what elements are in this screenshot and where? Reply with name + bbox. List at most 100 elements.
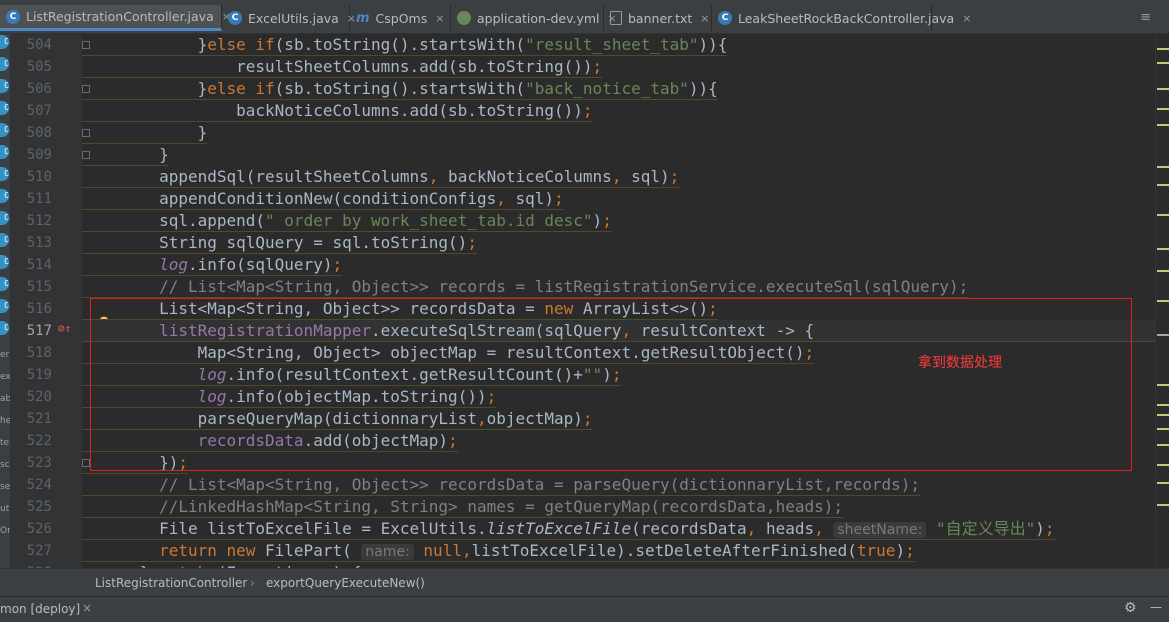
java-class-icon: C xyxy=(0,211,9,225)
tab-0[interactable]: C ListRegistrationController.java × xyxy=(0,5,231,31)
line-number[interactable]: 513 xyxy=(14,232,52,254)
code-line[interactable]: return new FilePart( name: null,listToEx… xyxy=(82,540,915,562)
code-line[interactable]: }else if(sb.toString().startsWith("resul… xyxy=(82,34,728,56)
tab-1[interactable]: C ExcelUtils.java × xyxy=(222,5,356,31)
gear-icon[interactable]: ⚙ xyxy=(1124,600,1137,616)
line-number[interactable]: 506 xyxy=(14,78,52,100)
code-token: } xyxy=(82,35,208,54)
scrollbar-marker[interactable] xyxy=(1157,166,1169,168)
line-number[interactable]: 515 xyxy=(14,276,52,298)
scrollbar-marker[interactable] xyxy=(1157,334,1169,336)
tab-close-icon[interactable]: × xyxy=(962,12,971,25)
line-number[interactable]: 516 xyxy=(14,298,52,320)
tab-close-icon[interactable]: × xyxy=(435,12,444,25)
tab-2[interactable]: m CspOms × xyxy=(350,5,451,31)
line-number[interactable]: 519 xyxy=(14,364,52,386)
code-line[interactable]: resultSheetColumns.add(sb.toString()); xyxy=(82,56,603,78)
scrollbar-marker[interactable] xyxy=(1157,124,1169,126)
project-item-fragment[interactable]: ex xyxy=(0,372,10,382)
tab-3[interactable]: application-dev.yml × xyxy=(451,5,617,31)
code-line[interactable]: }else if(sb.toString().startsWith("back_… xyxy=(82,78,718,100)
editor-scrollbar[interactable] xyxy=(1155,34,1169,568)
scrollbar-marker[interactable] xyxy=(1157,270,1169,272)
code-line[interactable]: } xyxy=(82,144,169,166)
line-number[interactable]: 514 xyxy=(14,254,52,276)
java-class-icon: C xyxy=(0,321,9,335)
code-token: sql) xyxy=(505,189,555,208)
breadcrumb-method[interactable]: exportQueryExecuteNew() xyxy=(266,576,425,590)
line-number[interactable]: 522 xyxy=(14,430,52,452)
line-number[interactable]: 504 xyxy=(14,34,52,56)
scrollbar-marker[interactable] xyxy=(1157,214,1169,216)
scrollbar-marker[interactable] xyxy=(1157,464,1169,466)
project-item-fragment[interactable]: ut xyxy=(0,504,10,514)
tab-label: banner.txt xyxy=(628,10,693,26)
close-icon[interactable]: × xyxy=(82,601,92,615)
scrollbar-marker[interactable] xyxy=(1157,88,1169,90)
run-config-label[interactable]: mon [deploy] xyxy=(0,602,80,616)
line-number[interactable]: 527 xyxy=(14,540,52,562)
code-token: // List<Map<String, Object>> recordsData… xyxy=(82,475,921,494)
override-marker-icon[interactable]: ⊘↑ xyxy=(58,322,71,335)
project-item-fragment[interactable]: te xyxy=(0,438,10,448)
scrollbar-marker[interactable] xyxy=(1157,404,1169,406)
scrollbar-marker[interactable] xyxy=(1157,414,1169,416)
line-number[interactable]: 508 xyxy=(14,122,52,144)
code-line[interactable]: // List<Map<String, Object>> recordsData… xyxy=(82,474,921,496)
java-class-icon: C xyxy=(0,255,9,269)
code-line[interactable]: appendConditionNew(conditionConfigs, sql… xyxy=(82,188,564,210)
project-item-fragment[interactable]: ab xyxy=(0,394,10,404)
project-item-fragment[interactable]: se xyxy=(0,482,10,492)
code-token: backNoticeColumns xyxy=(438,167,612,186)
line-number[interactable]: 525 xyxy=(14,496,52,518)
tab-4[interactable]: banner.txt × xyxy=(604,5,712,31)
code-token: , xyxy=(461,541,472,560)
code-line[interactable]: String sqlQuery = sql.toString(); xyxy=(82,232,477,254)
line-number[interactable]: 521 xyxy=(14,408,52,430)
line-number[interactable]: 505 xyxy=(14,56,52,78)
line-number[interactable]: 518 xyxy=(14,342,52,364)
scrollbar-marker[interactable] xyxy=(1157,444,1169,446)
line-number[interactable]: 509 xyxy=(14,144,52,166)
scrollbar-marker[interactable] xyxy=(1157,300,1169,302)
scrollbar-marker[interactable] xyxy=(1157,384,1169,386)
code-line[interactable]: } xyxy=(82,122,208,144)
line-number[interactable]: 523 xyxy=(14,452,52,474)
scrollbar-marker[interactable] xyxy=(1157,62,1169,64)
scrollbar-marker[interactable] xyxy=(1157,248,1169,250)
tab-5[interactable]: C LeakSheetRockBackController.java × xyxy=(712,5,971,31)
line-number[interactable]: 526 xyxy=(14,518,52,540)
tab-close-icon[interactable]: × xyxy=(700,12,709,25)
line-number[interactable]: 507 xyxy=(14,100,52,122)
code-line[interactable]: File listToExcelFile = ExcelUtils.listTo… xyxy=(82,518,1055,540)
minimize-icon[interactable]: — xyxy=(1150,600,1162,614)
scrollbar-marker[interactable] xyxy=(1157,184,1169,186)
code-token: "result_sheet_tab" xyxy=(525,35,699,54)
tabs-overflow-icon[interactable]: ≡ xyxy=(1140,10,1151,25)
code-line[interactable]: sql.append(" order by work_sheet_tab.id … xyxy=(82,210,612,232)
line-number[interactable]: 512 xyxy=(14,210,52,232)
line-number-gutter: ⊘↑ 504 505 506 507 508 509 510 511 512 513 514 515 5… xyxy=(10,34,90,581)
code-line[interactable]: backNoticeColumns.add(sb.toString()); xyxy=(82,100,593,122)
project-panel-edge[interactable]: C C C C C C C C C C C C C Cer ex ab he te sc se ut Or xyxy=(0,34,10,568)
line-number[interactable]: 510 xyxy=(14,166,52,188)
code-token: String sqlQuery = sql.toString() xyxy=(82,233,468,252)
project-item-fragment[interactable]: sc xyxy=(0,460,10,470)
breadcrumb-class[interactable]: ListRegistrationController xyxy=(95,576,247,590)
code-line[interactable]: // List<Map<String, Object>> records = l… xyxy=(82,276,969,298)
scrollbar-marker[interactable] xyxy=(1157,504,1169,506)
code-line[interactable]: appendSql(resultSheetColumns, backNotice… xyxy=(82,166,680,188)
line-number[interactable]: 511 xyxy=(14,188,52,210)
project-item-fragment[interactable]: er xyxy=(0,350,10,360)
line-number[interactable]: 517 xyxy=(14,320,52,342)
line-number[interactable]: 520 xyxy=(14,386,52,408)
scrollbar-marker[interactable] xyxy=(1157,108,1169,110)
scrollbar-marker[interactable] xyxy=(1157,48,1169,50)
line-number[interactable]: 524 xyxy=(14,474,52,496)
project-item-fragment[interactable]: he xyxy=(0,416,10,426)
scrollbar-marker[interactable] xyxy=(1157,482,1169,484)
code-line[interactable]: log.info(sqlQuery); xyxy=(82,254,343,276)
project-item-fragment[interactable]: Or xyxy=(0,526,10,536)
code-line[interactable]: //LinkedHashMap<String, String> names = … xyxy=(82,496,843,518)
scrollbar-marker[interactable] xyxy=(1157,428,1169,430)
